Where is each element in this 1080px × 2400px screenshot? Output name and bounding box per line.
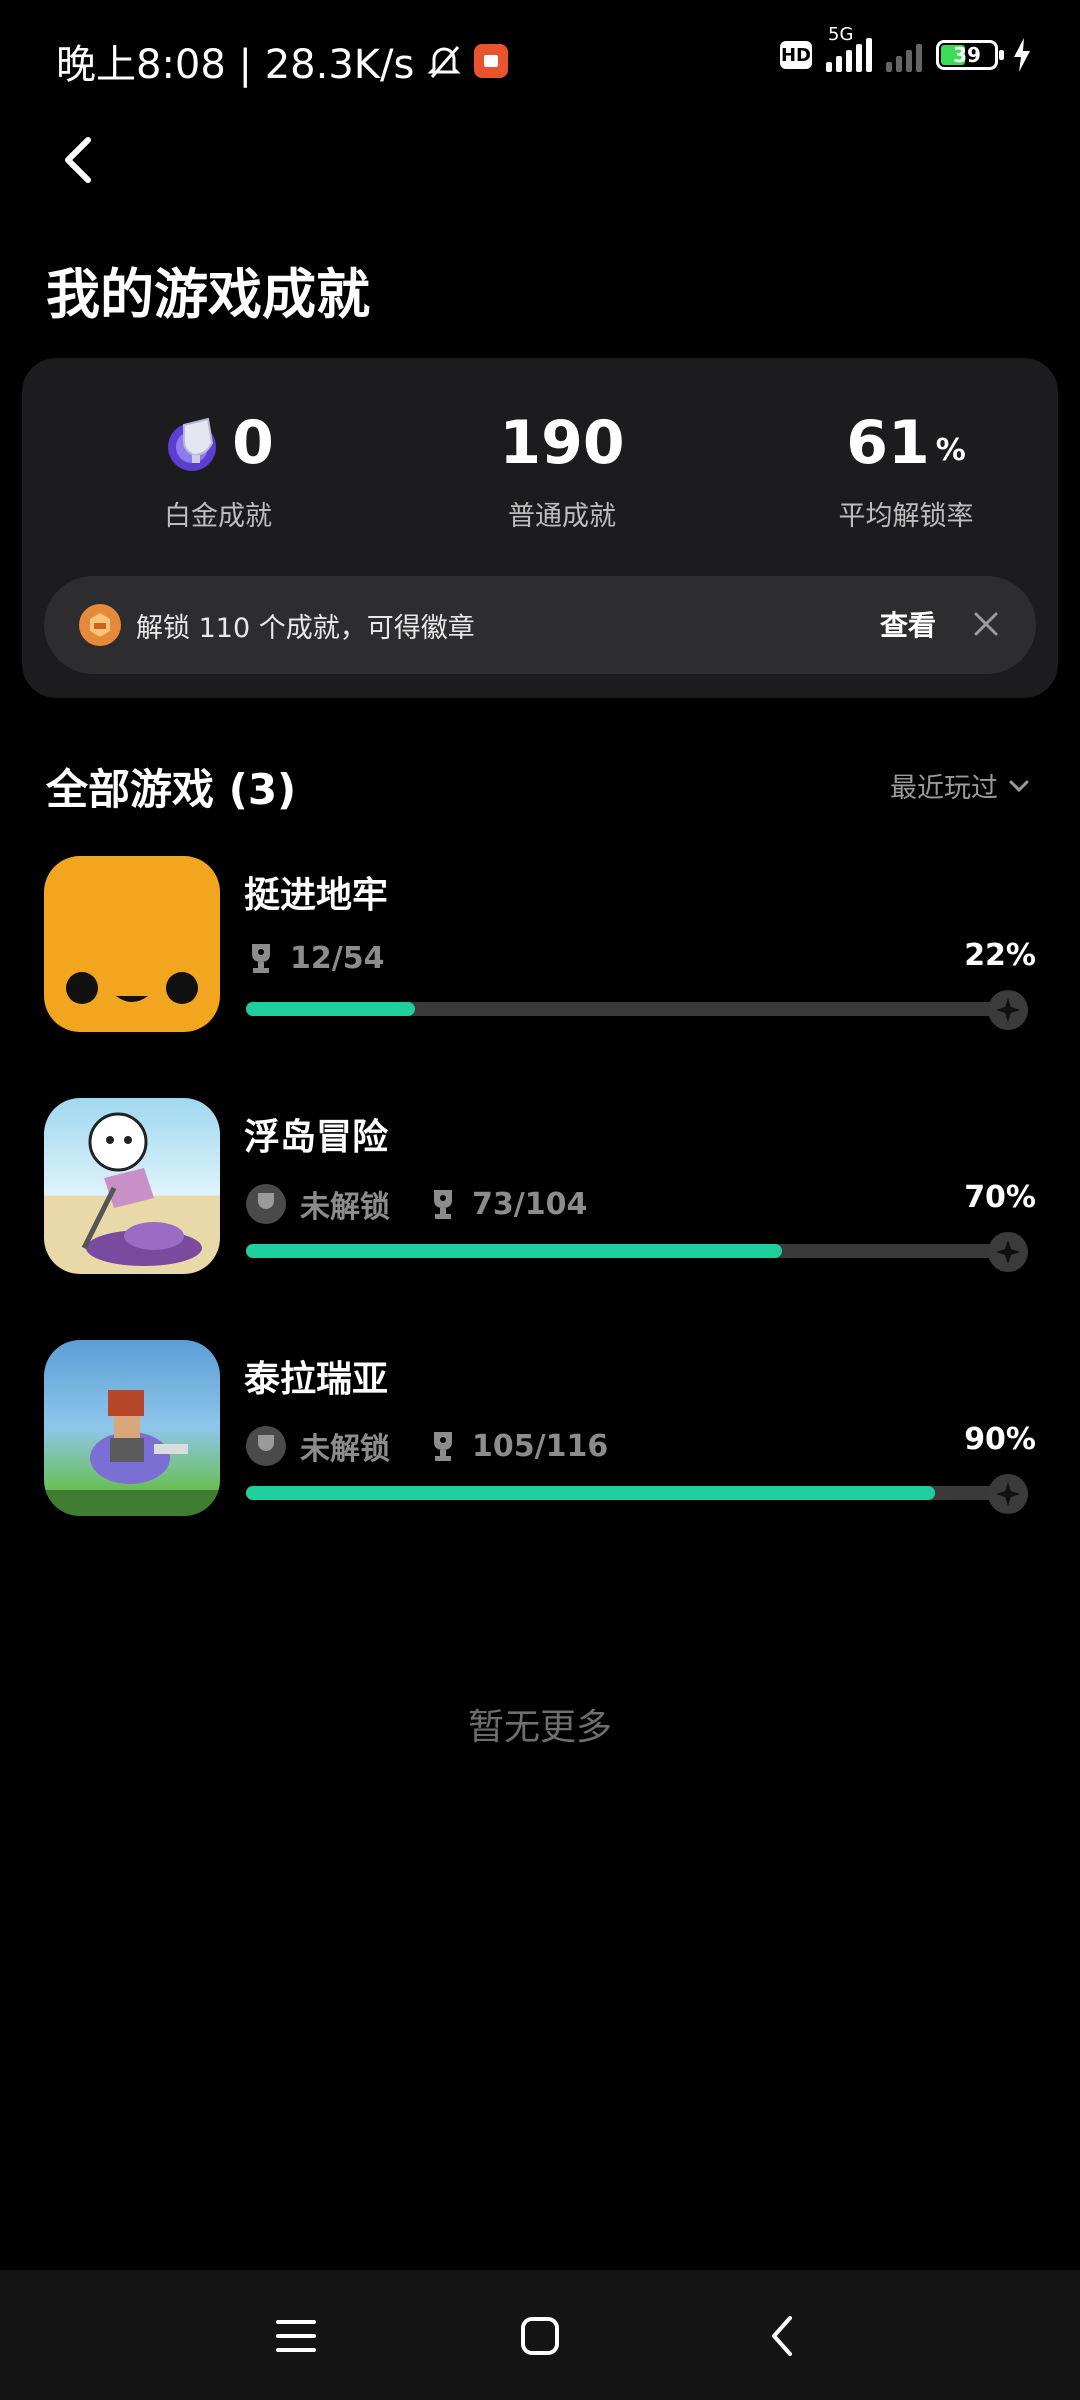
achievement-meta: 未解锁 73/104 [246, 1182, 587, 1226]
sort-dropdown[interactable]: 最近玩过 [890, 766, 1030, 805]
progress-fill [246, 1002, 415, 1016]
stat-platinum: 0 白金成就 [68, 408, 368, 533]
platinum-count: 0 [232, 408, 274, 478]
platinum-status: 未解锁 [300, 1432, 390, 1467]
sort-label: 最近玩过 [890, 773, 998, 804]
stat-rate: 61 % 平均解锁率 [756, 408, 1056, 533]
progress-percent: 90% [964, 1422, 1036, 1457]
achievement-count: 73/104 [472, 1186, 588, 1222]
platinum-label: 白金成就 [164, 501, 272, 532]
section-title: 全部游戏 (3) [46, 765, 297, 814]
battery-level: 39 [953, 43, 981, 67]
progress-track [246, 1486, 1012, 1500]
badge-notice-bar[interactable]: 解锁 110 个成就，可得徽章 查看 [44, 576, 1036, 674]
rate-label: 平均解锁率 [838, 501, 974, 532]
progress-track [246, 1244, 1012, 1258]
stat-normal: 190 普通成就 [412, 408, 712, 533]
game-row[interactable]: 浮岛冒险 未解锁 73/104 70% [0, 1098, 1080, 1278]
view-button[interactable]: 查看 [880, 604, 936, 644]
progress-percent: 70% [964, 1180, 1036, 1215]
menu-icon[interactable] [268, 2308, 324, 2364]
achievement-meta: 未解锁 105/116 [246, 1424, 608, 1468]
game-icon-floating-island[interactable] [44, 1098, 220, 1274]
hd-badge: HD [780, 41, 812, 69]
trophy-icon [252, 944, 270, 973]
rate-unit: % [935, 432, 966, 468]
platinum-trophy-icon [168, 417, 217, 471]
game-name: 泰拉瑞亚 [244, 1359, 389, 1400]
normal-count: 190 [499, 408, 625, 478]
charging-icon [1014, 38, 1030, 72]
normal-label: 普通成就 [508, 501, 616, 532]
game-name: 挺进地牢 [244, 875, 389, 916]
trophy-icon [434, 1190, 452, 1219]
no-more-text: 暂无更多 [467, 1707, 612, 1748]
game-name: 浮岛冒险 [244, 1117, 389, 1158]
network-label: 5G [828, 24, 854, 45]
bell-off-icon [427, 46, 461, 78]
summary-card: 0 白金成就 190 普通成就 61 % 平均解锁率 解锁 110 个成就，可得… [22, 358, 1058, 698]
game-icon-terraria[interactable] [44, 1340, 220, 1516]
signal-5g: 5G [826, 24, 872, 72]
rate-value: 61 [846, 408, 930, 478]
progress-fill [246, 1486, 936, 1500]
achievement-count: 105/116 [472, 1428, 609, 1464]
achievement-count: 12/54 [290, 940, 385, 976]
back-nav-icon[interactable] [756, 2308, 812, 2364]
platinum-status: 未解锁 [300, 1190, 390, 1225]
achievement-meta: 12/54 [246, 940, 384, 976]
progress-percent: 22% [964, 938, 1036, 973]
trophy-icon [434, 1432, 452, 1461]
game-row[interactable]: 泰拉瑞亚 未解锁 105/116 90% [0, 1340, 1080, 1520]
back-button[interactable] [50, 130, 110, 190]
notice-text: 解锁 110 个成就，可得徽章 [136, 613, 475, 644]
status-left: 晚上8:08 | 28.3K/s [56, 32, 509, 90]
screen-record-icon [474, 44, 509, 78]
page-title: 我的游戏成就 [46, 263, 370, 326]
badge-icon [79, 604, 121, 646]
signal-secondary-icon [886, 38, 922, 72]
close-icon[interactable] [972, 610, 1000, 638]
completion-medal-icon [988, 990, 1028, 1030]
home-icon[interactable] [512, 2308, 568, 2364]
chevron-down-icon [1009, 780, 1029, 792]
battery-icon: 39 [936, 40, 1004, 70]
status-bar: 晚上8:08 | 28.3K/s HD 5G 39 [0, 0, 1080, 124]
completion-medal-icon [988, 1232, 1028, 1272]
status-time: 晚上8:08 | 28.3K/s [56, 42, 415, 88]
game-row[interactable]: 挺进地牢 12/54 22% [0, 856, 1080, 1036]
system-nav-bar [0, 2270, 1080, 2400]
progress-fill [246, 1244, 783, 1258]
locked-platinum-icon [246, 1184, 286, 1224]
game-icon-enter-the-gungeon[interactable] [44, 856, 220, 1032]
completion-medal-icon [988, 1474, 1028, 1514]
status-right: HD 5G 39 [780, 24, 1032, 72]
locked-platinum-icon [246, 1426, 286, 1466]
progress-track [246, 1002, 1012, 1016]
